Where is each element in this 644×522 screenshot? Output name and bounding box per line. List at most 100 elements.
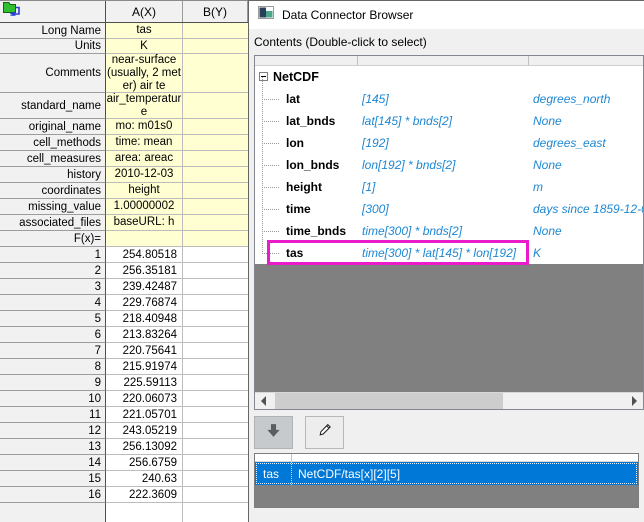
- row-number-cell[interactable]: 16: [0, 487, 106, 503]
- cell-b[interactable]: [183, 455, 248, 471]
- cell-a[interactable]: 256.35181: [106, 263, 183, 279]
- cell-a[interactable]: 243.05219: [106, 423, 183, 439]
- add-selection-button[interactable]: [254, 416, 293, 449]
- tree-item-lat_bnds[interactable]: lat_bndslat[145] * bnds[2]None: [255, 110, 643, 132]
- scroll-left-arrow[interactable]: [255, 393, 272, 410]
- tree-item-lat[interactable]: lat[145]degrees_north: [255, 88, 643, 110]
- tree-item-height[interactable]: height[1]m: [255, 176, 643, 198]
- cell-a[interactable]: 239.42487: [106, 279, 183, 295]
- row-header-cell[interactable]: F(x)=: [0, 231, 106, 247]
- cell-b[interactable]: [183, 231, 248, 247]
- row-header-cell[interactable]: Units: [0, 39, 106, 54]
- cell-b[interactable]: [183, 439, 248, 455]
- row-header-cell[interactable]: [0, 503, 106, 522]
- scroll-thumb[interactable]: [275, 393, 503, 410]
- tree-horizontal-scrollbar[interactable]: [255, 392, 643, 409]
- cell-b[interactable]: [183, 407, 248, 423]
- cell-a[interactable]: 225.59113: [106, 375, 183, 391]
- cell-a[interactable]: tas: [106, 23, 183, 39]
- cell-a[interactable]: 254.80518: [106, 247, 183, 263]
- row-number-cell[interactable]: 15: [0, 471, 106, 487]
- row-number-cell[interactable]: 1: [0, 247, 106, 263]
- row-header-cell[interactable]: original_name: [0, 119, 106, 135]
- cell-a[interactable]: [106, 231, 183, 247]
- row-header-cell[interactable]: history: [0, 167, 106, 183]
- row-header-cell[interactable]: missing_value: [0, 199, 106, 215]
- cell-b[interactable]: [183, 343, 248, 359]
- row-header-cell[interactable]: cell_methods: [0, 135, 106, 151]
- scroll-track[interactable]: [272, 393, 626, 410]
- worksheet-corner-cell[interactable]: [0, 1, 106, 22]
- cell-b[interactable]: [183, 93, 248, 119]
- cell-b[interactable]: [183, 247, 248, 263]
- cell-b[interactable]: [183, 295, 248, 311]
- cell-b[interactable]: [183, 311, 248, 327]
- scroll-right-arrow[interactable]: [626, 393, 643, 410]
- cell-b[interactable]: [183, 423, 248, 439]
- cell-b[interactable]: [183, 471, 248, 487]
- row-number-cell[interactable]: 11: [0, 407, 106, 423]
- cell-a[interactable]: 222.3609: [106, 487, 183, 503]
- row-header-cell[interactable]: cell_measures: [0, 151, 106, 167]
- cell-a[interactable]: near-surface (usually, 2 meter) air te: [106, 54, 183, 93]
- row-number-cell[interactable]: 12: [0, 423, 106, 439]
- cell-a[interactable]: air_temperature: [106, 93, 183, 119]
- cell-b[interactable]: [183, 54, 248, 93]
- row-number-cell[interactable]: 7: [0, 343, 106, 359]
- cell-b[interactable]: [183, 327, 248, 343]
- cell-a[interactable]: mo: m01s0: [106, 119, 183, 135]
- row-number-cell[interactable]: 2: [0, 263, 106, 279]
- cell-a[interactable]: baseURL: h: [106, 215, 183, 231]
- tree-root-node[interactable]: NetCDF: [255, 66, 643, 88]
- cell-a[interactable]: 218.40948: [106, 311, 183, 327]
- row-number-cell[interactable]: 8: [0, 359, 106, 375]
- cell-a[interactable]: area: areac: [106, 151, 183, 167]
- selected-variable-row[interactable]: tas NetCDF/tas[x][2][5]: [255, 462, 638, 485]
- row-number-cell[interactable]: 13: [0, 439, 106, 455]
- cell-a[interactable]: 220.06073: [106, 391, 183, 407]
- cell[interactable]: [106, 503, 183, 522]
- cell-b[interactable]: [183, 279, 248, 295]
- cell-a[interactable]: 220.75641: [106, 343, 183, 359]
- tree-item-tas[interactable]: tastime[300] * lat[145] * lon[192]K: [255, 242, 643, 264]
- row-number-cell[interactable]: 5: [0, 311, 106, 327]
- cell-b[interactable]: [183, 487, 248, 503]
- cell-b[interactable]: [183, 183, 248, 199]
- cell-a[interactable]: time: mean: [106, 135, 183, 151]
- tree-item-lon[interactable]: lon[192]degrees_east: [255, 132, 643, 154]
- cell-a[interactable]: 229.76874: [106, 295, 183, 311]
- row-number-cell[interactable]: 6: [0, 327, 106, 343]
- row-header-cell[interactable]: Comments: [0, 54, 106, 93]
- row-header-cell[interactable]: Long Name: [0, 23, 106, 39]
- row-header-cell[interactable]: coordinates: [0, 183, 106, 199]
- cell-b[interactable]: [183, 167, 248, 183]
- cell-a[interactable]: 213.83264: [106, 327, 183, 343]
- cell-b[interactable]: [183, 135, 248, 151]
- column-header-b[interactable]: B(Y): [183, 1, 248, 22]
- cell-a[interactable]: K: [106, 39, 183, 54]
- cell-a[interactable]: height: [106, 183, 183, 199]
- cell-b[interactable]: [183, 151, 248, 167]
- cell-a[interactable]: 215.91974: [106, 359, 183, 375]
- cell-b[interactable]: [183, 119, 248, 135]
- cell-a[interactable]: 240.63: [106, 471, 183, 487]
- cell-b[interactable]: [183, 391, 248, 407]
- cell-b[interactable]: [183, 359, 248, 375]
- column-header-a[interactable]: A(X): [106, 1, 183, 22]
- row-header-cell[interactable]: associated_files: [0, 215, 106, 231]
- cell-b[interactable]: [183, 39, 248, 54]
- cell-b[interactable]: [183, 199, 248, 215]
- row-number-cell[interactable]: 9: [0, 375, 106, 391]
- edit-selection-button[interactable]: [305, 416, 344, 449]
- row-number-cell[interactable]: 4: [0, 295, 106, 311]
- cell-a[interactable]: 2010-12-03: [106, 167, 183, 183]
- dialog-titlebar[interactable]: Data Connector Browser: [249, 1, 644, 29]
- tree-item-time[interactable]: time[300]days since 1859-12-0: [255, 198, 643, 220]
- cell-b[interactable]: [183, 263, 248, 279]
- cell-a[interactable]: 256.6759: [106, 455, 183, 471]
- cell-a[interactable]: 221.05701: [106, 407, 183, 423]
- row-number-cell[interactable]: 3: [0, 279, 106, 295]
- tree-item-time_bnds[interactable]: time_bndstime[300] * bnds[2]None: [255, 220, 643, 242]
- row-number-cell[interactable]: 10: [0, 391, 106, 407]
- cell[interactable]: [183, 503, 248, 522]
